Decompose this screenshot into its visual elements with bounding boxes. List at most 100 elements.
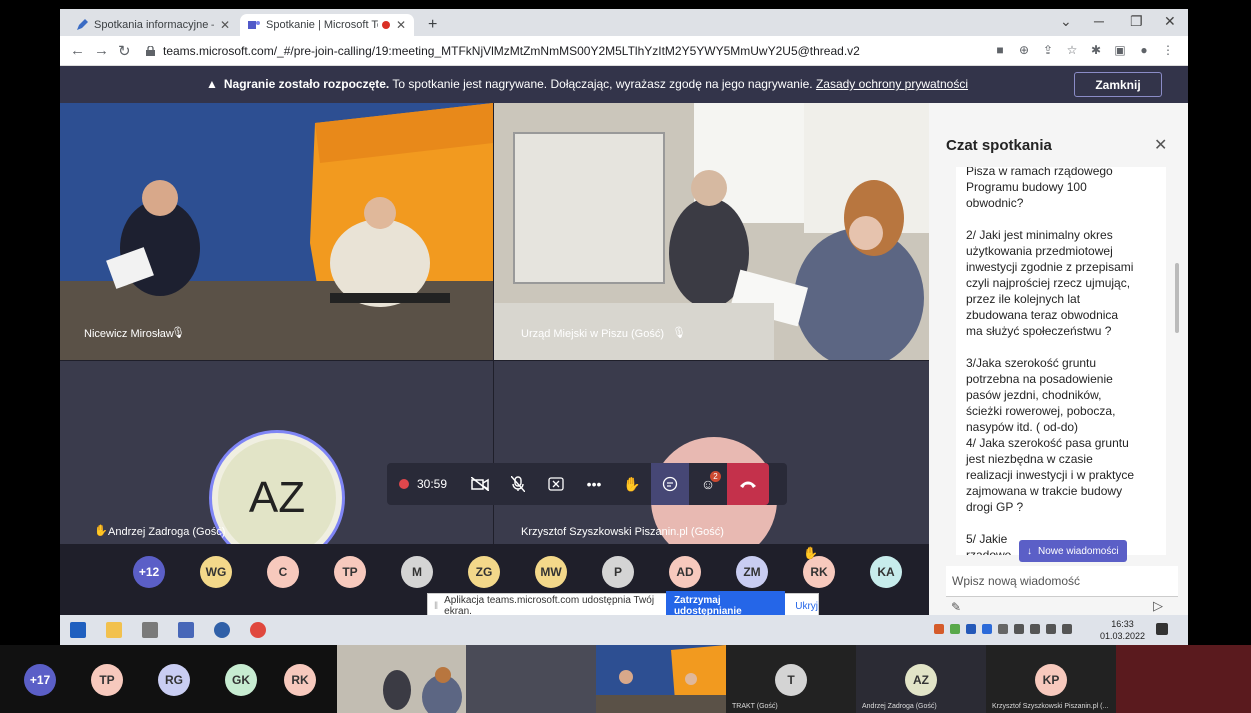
- gallery-tile-zadroga[interactable]: AZ Andrzej Zadroga (Gość): [856, 645, 986, 713]
- more-actions-button[interactable]: •••: [575, 463, 613, 505]
- camera-off-button[interactable]: [461, 463, 499, 505]
- url-field[interactable]: teams.microsoft.com/_#/pre-join-calling/…: [146, 40, 1096, 62]
- raise-hand-button[interactable]: ✋: [613, 463, 651, 505]
- recording-banner: ▲ Nagranie zostało rozpoczęte. To spotkan…: [60, 66, 1188, 103]
- clock-date: 01.03.2022: [1100, 631, 1146, 641]
- participant-avatar: T: [775, 664, 807, 696]
- teams-icon: [248, 21, 260, 29]
- tray-icon[interactable]: [950, 624, 960, 634]
- battery-icon[interactable]: [1014, 624, 1024, 634]
- close-chat-icon[interactable]: ✕: [1154, 135, 1167, 155]
- close-banner-button[interactable]: Zamknij: [1074, 72, 1162, 97]
- participant-avatar[interactable]: C: [267, 556, 299, 588]
- gallery-video-gddkia[interactable]: [596, 645, 726, 713]
- browser-window: Spotkania informacyjne – Obwoc ✕ Spotkan…: [60, 9, 1188, 615]
- privacy-link[interactable]: Zasady ochrony prywatności: [816, 77, 968, 91]
- app-icon[interactable]: [214, 622, 230, 638]
- star-icon[interactable]: ☆: [1066, 44, 1078, 56]
- chat-input[interactable]: Wpisz nową wiadomość: [946, 566, 1178, 596]
- video-tile-nicewicz[interactable]: Nicewicz Mirosław 🎙: [60, 103, 493, 360]
- tray-icon[interactable]: [1046, 624, 1056, 634]
- close-window-icon[interactable]: ✕: [1164, 13, 1176, 30]
- close-tab-icon[interactable]: ✕: [396, 18, 406, 32]
- windows-start-icon[interactable]: [70, 622, 86, 638]
- gallery-video-red[interactable]: [1116, 645, 1251, 713]
- participant-avatar[interactable]: M: [401, 556, 433, 588]
- forward-icon[interactable]: →: [94, 42, 109, 59]
- participant-avatar[interactable]: WG: [200, 556, 232, 588]
- more-participants-avatar[interactable]: +17: [24, 664, 56, 696]
- network-icon[interactable]: [1030, 624, 1040, 634]
- participant-avatar[interactable]: RK: [284, 664, 316, 696]
- reload-icon[interactable]: ↻: [118, 42, 131, 60]
- minimize-icon[interactable]: ─: [1094, 13, 1104, 29]
- tab-spotkania-informacyjne[interactable]: Spotkania informacyjne – Obwoc ✕: [68, 14, 238, 36]
- app-icon[interactable]: [178, 622, 194, 638]
- zoom-icon[interactable]: ⊕: [1018, 44, 1030, 56]
- new-messages-button[interactable]: ↓ Nowe wiadomości: [1019, 540, 1127, 562]
- hide-button[interactable]: Ukryj: [795, 601, 818, 612]
- leave-call-button[interactable]: [727, 463, 770, 505]
- participant-avatar[interactable]: GK: [225, 664, 257, 696]
- tray-icon[interactable]: [1062, 624, 1072, 634]
- bluetooth-icon[interactable]: [982, 624, 992, 634]
- chat-scrollbar[interactable]: [1175, 263, 1179, 333]
- menu-icon[interactable]: ⋮: [1162, 44, 1174, 56]
- participant-avatar[interactable]: KA: [870, 556, 902, 588]
- chevron-down-icon[interactable]: ⌄: [1060, 13, 1072, 30]
- taskbar: 16:33 01.03.2022: [60, 615, 1188, 645]
- share-icon[interactable]: ⇪: [1042, 44, 1054, 56]
- video-tile-urzad[interactable]: Urząd Miejski w Piszu (Gość) 🎙: [494, 103, 929, 360]
- new-tab-button[interactable]: +: [420, 14, 444, 36]
- gallery-tile-trakt[interactable]: T TRAKT (Gość): [726, 645, 856, 713]
- participant-avatar[interactable]: MW: [535, 556, 567, 588]
- gallery-video-blurred[interactable]: [466, 645, 596, 713]
- notifications-icon[interactable]: [1156, 623, 1168, 635]
- format-icon[interactable]: ✎: [951, 600, 961, 614]
- participant-avatar[interactable]: RK: [803, 556, 835, 588]
- clock[interactable]: 16:33 01.03.2022: [1100, 618, 1145, 642]
- chrome-icon[interactable]: [250, 622, 266, 638]
- tab-teams[interactable]: Spotkanie | Microsoft Teams ✕: [240, 14, 414, 36]
- hand-raised-icon: ✋: [803, 546, 818, 560]
- tray-icon[interactable]: [934, 624, 944, 634]
- banner-text: To spotkanie jest nagrywane. Dołączając,…: [389, 77, 816, 91]
- avatar-tile-szyszkowski[interactable]: Krzysztof Szyszkowski Piszanin.pl (Gość): [494, 361, 929, 544]
- close-tab-icon[interactable]: ✕: [220, 18, 230, 32]
- address-bar: ← → ↻ teams.microsoft.com/_#/pre-join-ca…: [60, 36, 1188, 66]
- more-participants-avatar[interactable]: +12: [133, 556, 165, 588]
- app-icon[interactable]: [142, 622, 158, 638]
- chat-title: Czat spotkania: [946, 137, 1052, 154]
- edit-icon: [77, 19, 88, 30]
- gallery-tile-szyszkowski[interactable]: KP Krzysztof Szyszkowski Piszanin.pl (..…: [986, 645, 1116, 713]
- avatar-tile-zadroga[interactable]: AZ Andrzej Zadroga (Gość) ✋: [60, 361, 493, 544]
- participant-avatar[interactable]: TP: [91, 664, 123, 696]
- volume-icon[interactable]: [998, 624, 1008, 634]
- participant-avatar[interactable]: AD: [669, 556, 701, 588]
- speaking-avatar: AZ: [209, 430, 345, 544]
- share-screen-button[interactable]: [537, 463, 575, 505]
- drag-handle-icon[interactable]: ‖: [434, 601, 438, 612]
- chat-button[interactable]: [651, 463, 690, 505]
- sidepanel-icon[interactable]: ▣: [1114, 44, 1126, 56]
- message-text: Pisza w ramach rządowego Programu budowy…: [966, 167, 1135, 555]
- participant-avatar[interactable]: ZG: [468, 556, 500, 588]
- participant-avatar[interactable]: ZM: [736, 556, 768, 588]
- tray-icon[interactable]: [966, 624, 976, 634]
- file-explorer-icon[interactable]: [106, 622, 122, 638]
- participant-avatar[interactable]: RG: [158, 664, 190, 696]
- back-icon[interactable]: ←: [70, 42, 85, 59]
- banner-bold: Nagranie zostało rozpoczęte.: [223, 77, 390, 91]
- participant-avatar[interactable]: TP: [334, 556, 366, 588]
- participants-button[interactable]: ☺ 2: [689, 463, 727, 505]
- mic-off-button[interactable]: [499, 463, 537, 505]
- camera-indicator-icon[interactable]: ■: [994, 44, 1006, 56]
- gallery-video-urzad[interactable]: [337, 645, 466, 713]
- participant-avatar[interactable]: P: [602, 556, 634, 588]
- send-icon[interactable]: ▷: [1153, 598, 1163, 614]
- stop-sharing-button[interactable]: Zatrzymaj udostępnianie: [665, 591, 786, 615]
- hand-icon: ✋: [623, 475, 641, 492]
- profile-icon[interactable]: ●: [1138, 44, 1150, 56]
- maximize-icon[interactable]: ❐: [1130, 13, 1143, 30]
- extensions-icon[interactable]: ✱: [1090, 44, 1102, 56]
